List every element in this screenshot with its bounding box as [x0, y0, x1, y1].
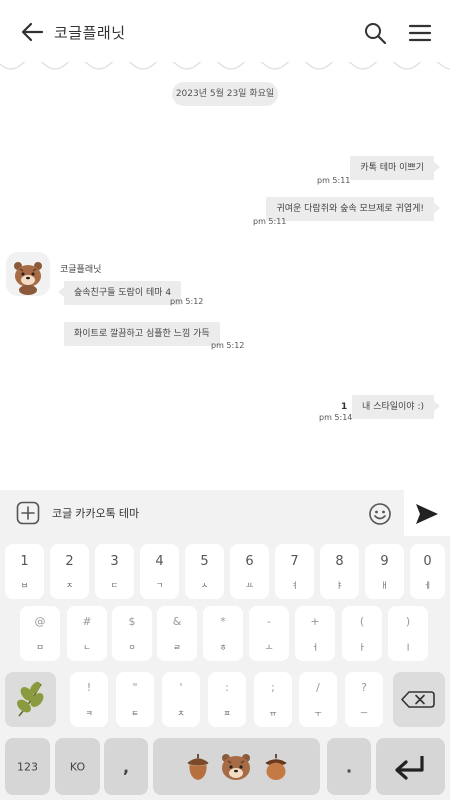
key-eo[interactable]: + ㅓ — [295, 606, 335, 661]
sender-name: 코글플래닛 — [60, 265, 102, 275]
key-u[interactable]: / ㅜ — [299, 672, 337, 727]
acorn-icon — [187, 754, 209, 780]
enter-key[interactable] — [376, 738, 445, 795]
unread-count: 1 — [341, 402, 348, 412]
key-7[interactable]: 7ㅕ — [275, 544, 314, 599]
chat-header: 코글플래닛 — [0, 0, 450, 64]
squirrel-face-icon — [222, 754, 250, 780]
theme-leaf-key[interactable] — [5, 672, 56, 727]
chat-title: 코글플래닛 — [54, 24, 126, 42]
key-3[interactable]: 3ㄷ — [95, 544, 134, 599]
message-input[interactable] — [52, 503, 352, 525]
key-yu[interactable]: ; ㅠ — [254, 672, 292, 727]
search-icon[interactable] — [362, 20, 388, 46]
leaf-icon — [17, 681, 44, 717]
key-t[interactable]: " ㅌ — [116, 672, 154, 727]
key-5[interactable]: 5ㅅ — [185, 544, 224, 599]
backspace-icon — [401, 691, 435, 708]
key-n[interactable]: # ㄴ — [67, 606, 107, 661]
squirrel-avatar-icon — [14, 262, 42, 295]
message-bubble-received[interactable]: 숲속친구들 도람이 테마 4 — [57, 281, 182, 305]
back-arrow-icon[interactable] — [18, 18, 46, 46]
backspace-key[interactable] — [393, 672, 445, 727]
message-time: pm 5:14 — [319, 413, 353, 422]
message-bubble-sent[interactable]: 카톡 테마 이쁘기 — [350, 156, 440, 180]
key-h[interactable]: * ㅎ — [203, 606, 243, 661]
comma-key[interactable]: , — [104, 738, 148, 795]
enter-icon — [395, 756, 424, 780]
key-8[interactable]: 8ㅑ — [320, 544, 359, 599]
key-9[interactable]: 9ㅐ — [365, 544, 404, 599]
key-o[interactable]: -ㅗ — [249, 606, 289, 661]
emoji-icon[interactable] — [368, 502, 392, 526]
key-2[interactable]: 2ㅈ — [50, 544, 89, 599]
key-0[interactable]: 0ㅔ — [410, 544, 445, 599]
avatar[interactable] — [6, 252, 50, 296]
message-bubble-received[interactable]: 화이트로 깔끔하고 심플한 느낌 가득 — [64, 322, 220, 346]
header-wave-divider — [0, 62, 450, 70]
message-time: pm 5:11 — [317, 176, 351, 185]
key-i[interactable]: ) ㅣ — [388, 606, 428, 661]
numbers-key[interactable]: 123 — [5, 738, 50, 795]
key-4[interactable]: 4ㄱ — [140, 544, 179, 599]
key-m[interactable]: @ ㅁ — [20, 606, 60, 661]
space-key[interactable] — [153, 738, 320, 795]
period-key[interactable]: . — [327, 738, 371, 795]
key-eu[interactable]: ? ㅡ — [345, 672, 383, 727]
key-ng[interactable]: $ ㅇ — [112, 606, 152, 661]
key-a[interactable]: (ㅏ — [342, 606, 382, 661]
date-separator: 2023년 5월 23일 화요일 — [172, 82, 278, 106]
message-time: pm 5:12 — [211, 341, 245, 350]
key-r[interactable]: & ㄹ — [157, 606, 197, 661]
key-1[interactable]: 1ㅂ — [5, 544, 44, 599]
acorn-icon — [265, 754, 287, 780]
key-ch[interactable]: ' ㅊ — [162, 672, 200, 727]
menu-icon[interactable] — [406, 20, 434, 46]
language-key[interactable]: KO — [55, 738, 100, 795]
message-time: pm 5:11 — [253, 217, 287, 226]
plus-icon[interactable] — [16, 501, 40, 525]
message-bubble-sent[interactable]: 귀여운 다람쥐와 숲속 모브제로 귀엽게! — [266, 197, 440, 221]
key-p[interactable]: :ㅍ — [208, 672, 246, 727]
message-bubble-sent[interactable]: 내 스타일이야 :) — [352, 395, 440, 419]
key-k[interactable]: ! ㅋ — [70, 672, 108, 727]
key-6[interactable]: 6ㅛ — [230, 544, 269, 599]
message-time: pm 5:12 — [170, 297, 204, 306]
send-icon[interactable] — [414, 502, 440, 526]
